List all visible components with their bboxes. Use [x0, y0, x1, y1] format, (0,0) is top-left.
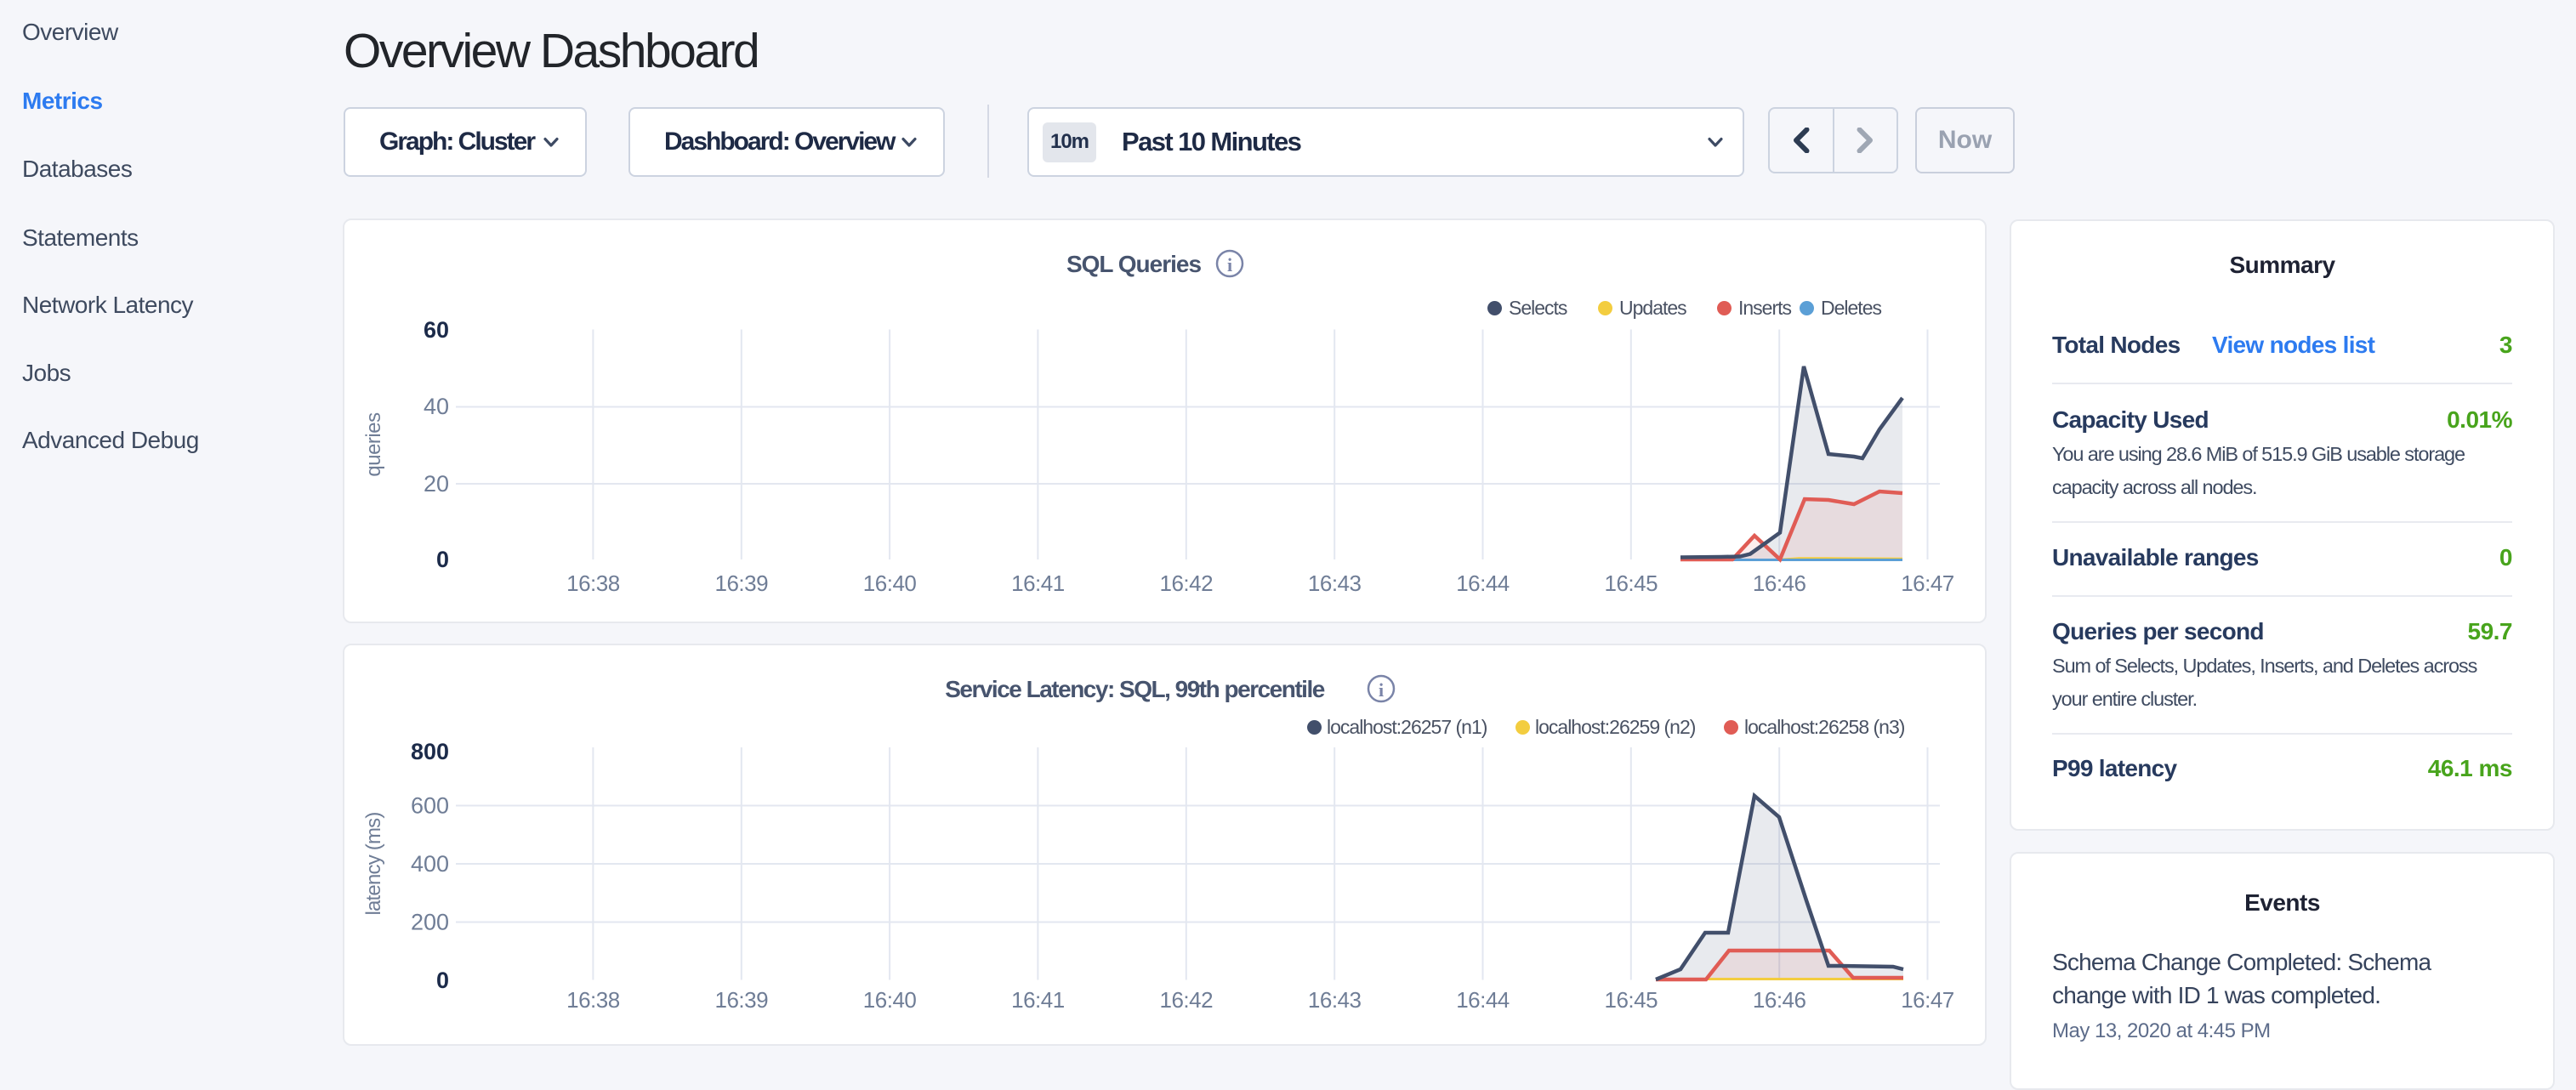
- svg-text:16:39: 16:39: [715, 987, 769, 1013]
- svg-text:40: 40: [424, 394, 449, 419]
- svg-text:16:46: 16:46: [1753, 571, 1806, 596]
- svg-text:16:42: 16:42: [1160, 571, 1214, 596]
- svg-text:400: 400: [411, 851, 449, 877]
- svg-text:16:44: 16:44: [1456, 987, 1510, 1013]
- svg-text:i: i: [1227, 254, 1232, 275]
- svg-text:i: i: [1379, 679, 1384, 701]
- svg-text:16:40: 16:40: [863, 987, 917, 1013]
- svg-text:16:47: 16:47: [1901, 987, 1954, 1013]
- svg-text:600: 600: [411, 793, 449, 819]
- svg-text:16:41: 16:41: [1011, 571, 1065, 596]
- svg-text:200: 200: [411, 910, 449, 935]
- svg-text:16:43: 16:43: [1308, 987, 1362, 1013]
- svg-text:16:39: 16:39: [715, 571, 769, 596]
- svg-text:0: 0: [436, 968, 449, 993]
- svg-text:16:45: 16:45: [1605, 987, 1658, 1013]
- svg-text:0: 0: [436, 547, 449, 572]
- svg-text:queries: queries: [362, 412, 385, 477]
- svg-text:16:44: 16:44: [1456, 571, 1510, 596]
- svg-text:20: 20: [424, 471, 449, 497]
- svg-text:latency (ms): latency (ms): [362, 812, 385, 915]
- svg-text:16:41: 16:41: [1011, 987, 1065, 1013]
- svg-text:800: 800: [411, 739, 449, 764]
- svg-text:Service Latency: SQL, 99th per: Service Latency: SQL, 99th percentile: [945, 676, 1325, 702]
- svg-text:16:43: 16:43: [1308, 571, 1362, 596]
- svg-text:16:42: 16:42: [1160, 987, 1214, 1013]
- svg-text:16:38: 16:38: [566, 987, 620, 1013]
- svg-text:16:46: 16:46: [1753, 987, 1806, 1013]
- svg-text:16:38: 16:38: [566, 571, 620, 596]
- svg-text:60: 60: [424, 317, 449, 343]
- svg-text:16:47: 16:47: [1901, 571, 1954, 596]
- svg-text:SQL Queries: SQL Queries: [1066, 251, 1202, 277]
- svg-text:16:40: 16:40: [863, 571, 917, 596]
- svg-text:16:45: 16:45: [1605, 571, 1658, 596]
